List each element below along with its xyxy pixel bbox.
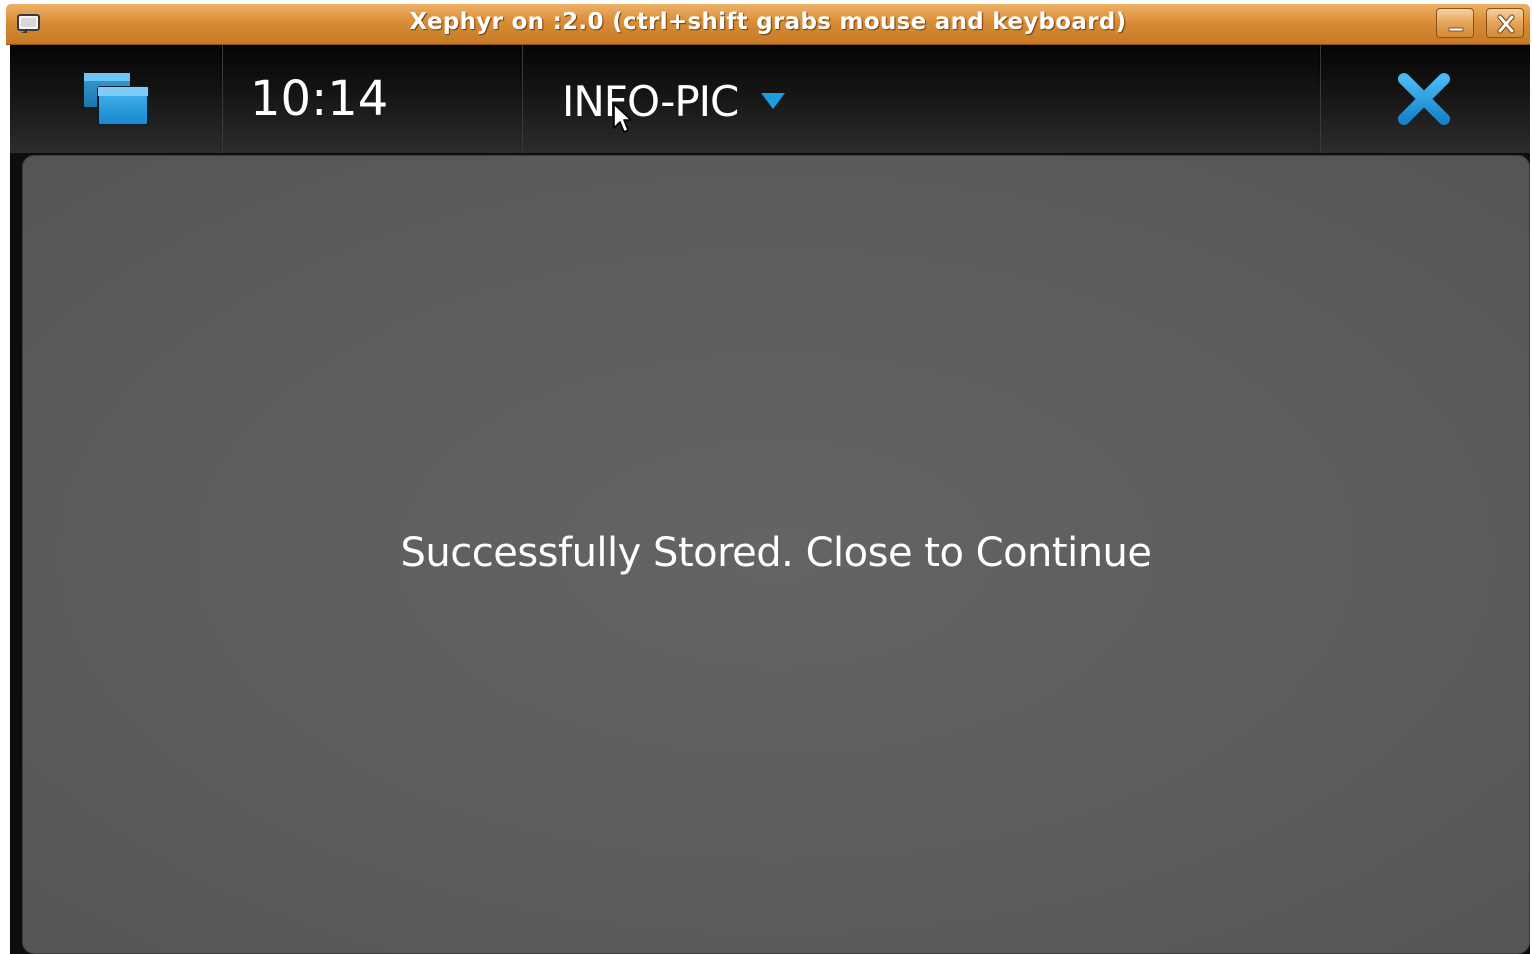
window-close-button[interactable] bbox=[1486, 8, 1524, 38]
xephyr-window: Xephyr on :2.0 (ctrl+shift grabs mouse a… bbox=[0, 0, 1532, 954]
dropdown-arrow-icon bbox=[761, 93, 786, 109]
status-bar: 10:14 INFO-PIC bbox=[10, 45, 1530, 153]
minimize-icon bbox=[1448, 27, 1464, 32]
window-title: Xephyr on :2.0 (ctrl+shift grabs mouse a… bbox=[409, 9, 1127, 35]
separator bbox=[520, 45, 523, 153]
app-title-label: INFO-PIC bbox=[562, 76, 739, 126]
separator bbox=[1318, 45, 1321, 153]
message-panel: Successfully Stored. Close to Continue bbox=[22, 155, 1530, 954]
clock: 10:14 bbox=[250, 71, 389, 127]
status-message: Successfully Stored. Close to Continue bbox=[400, 530, 1152, 576]
window-title-bar[interactable]: Xephyr on :2.0 (ctrl+shift grabs mouse a… bbox=[6, 4, 1530, 45]
separator bbox=[220, 45, 223, 153]
app-menu-title[interactable]: INFO-PIC bbox=[562, 73, 786, 129]
close-x-icon[interactable] bbox=[1396, 71, 1452, 127]
app-screen: 10:14 INFO-PIC Successfully Stored. Clos… bbox=[10, 45, 1530, 954]
minimize-button[interactable] bbox=[1436, 8, 1474, 38]
close-icon bbox=[1497, 14, 1515, 34]
task-switcher-icon[interactable] bbox=[80, 71, 152, 127]
